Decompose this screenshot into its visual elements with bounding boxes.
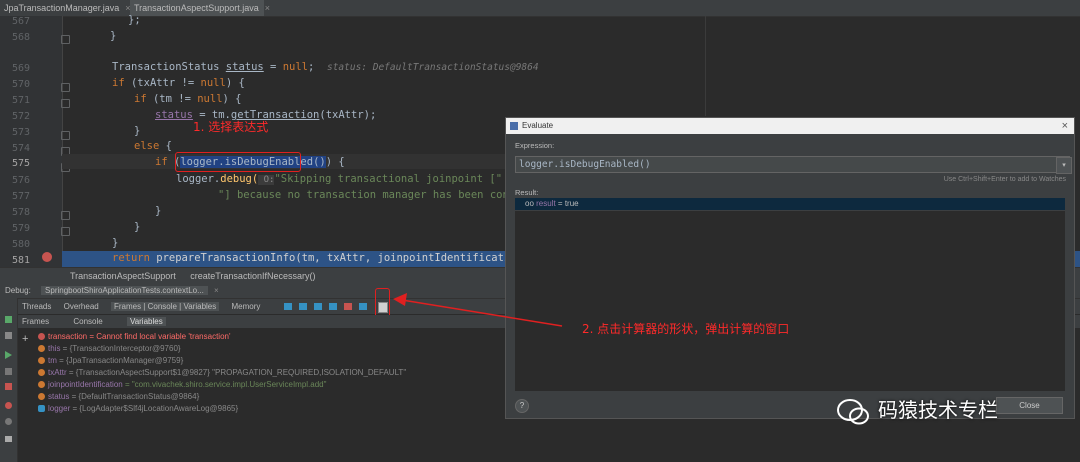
annotation-step-2: 2. 点击计算器的形状，弹出计算的窗口 [582,322,790,336]
watermark: 码猿技术专栏 [836,394,998,426]
wechat-icon [837,398,869,424]
annotation-arrow [393,293,563,327]
watermark-text: 码猿技术专栏 [878,398,998,422]
